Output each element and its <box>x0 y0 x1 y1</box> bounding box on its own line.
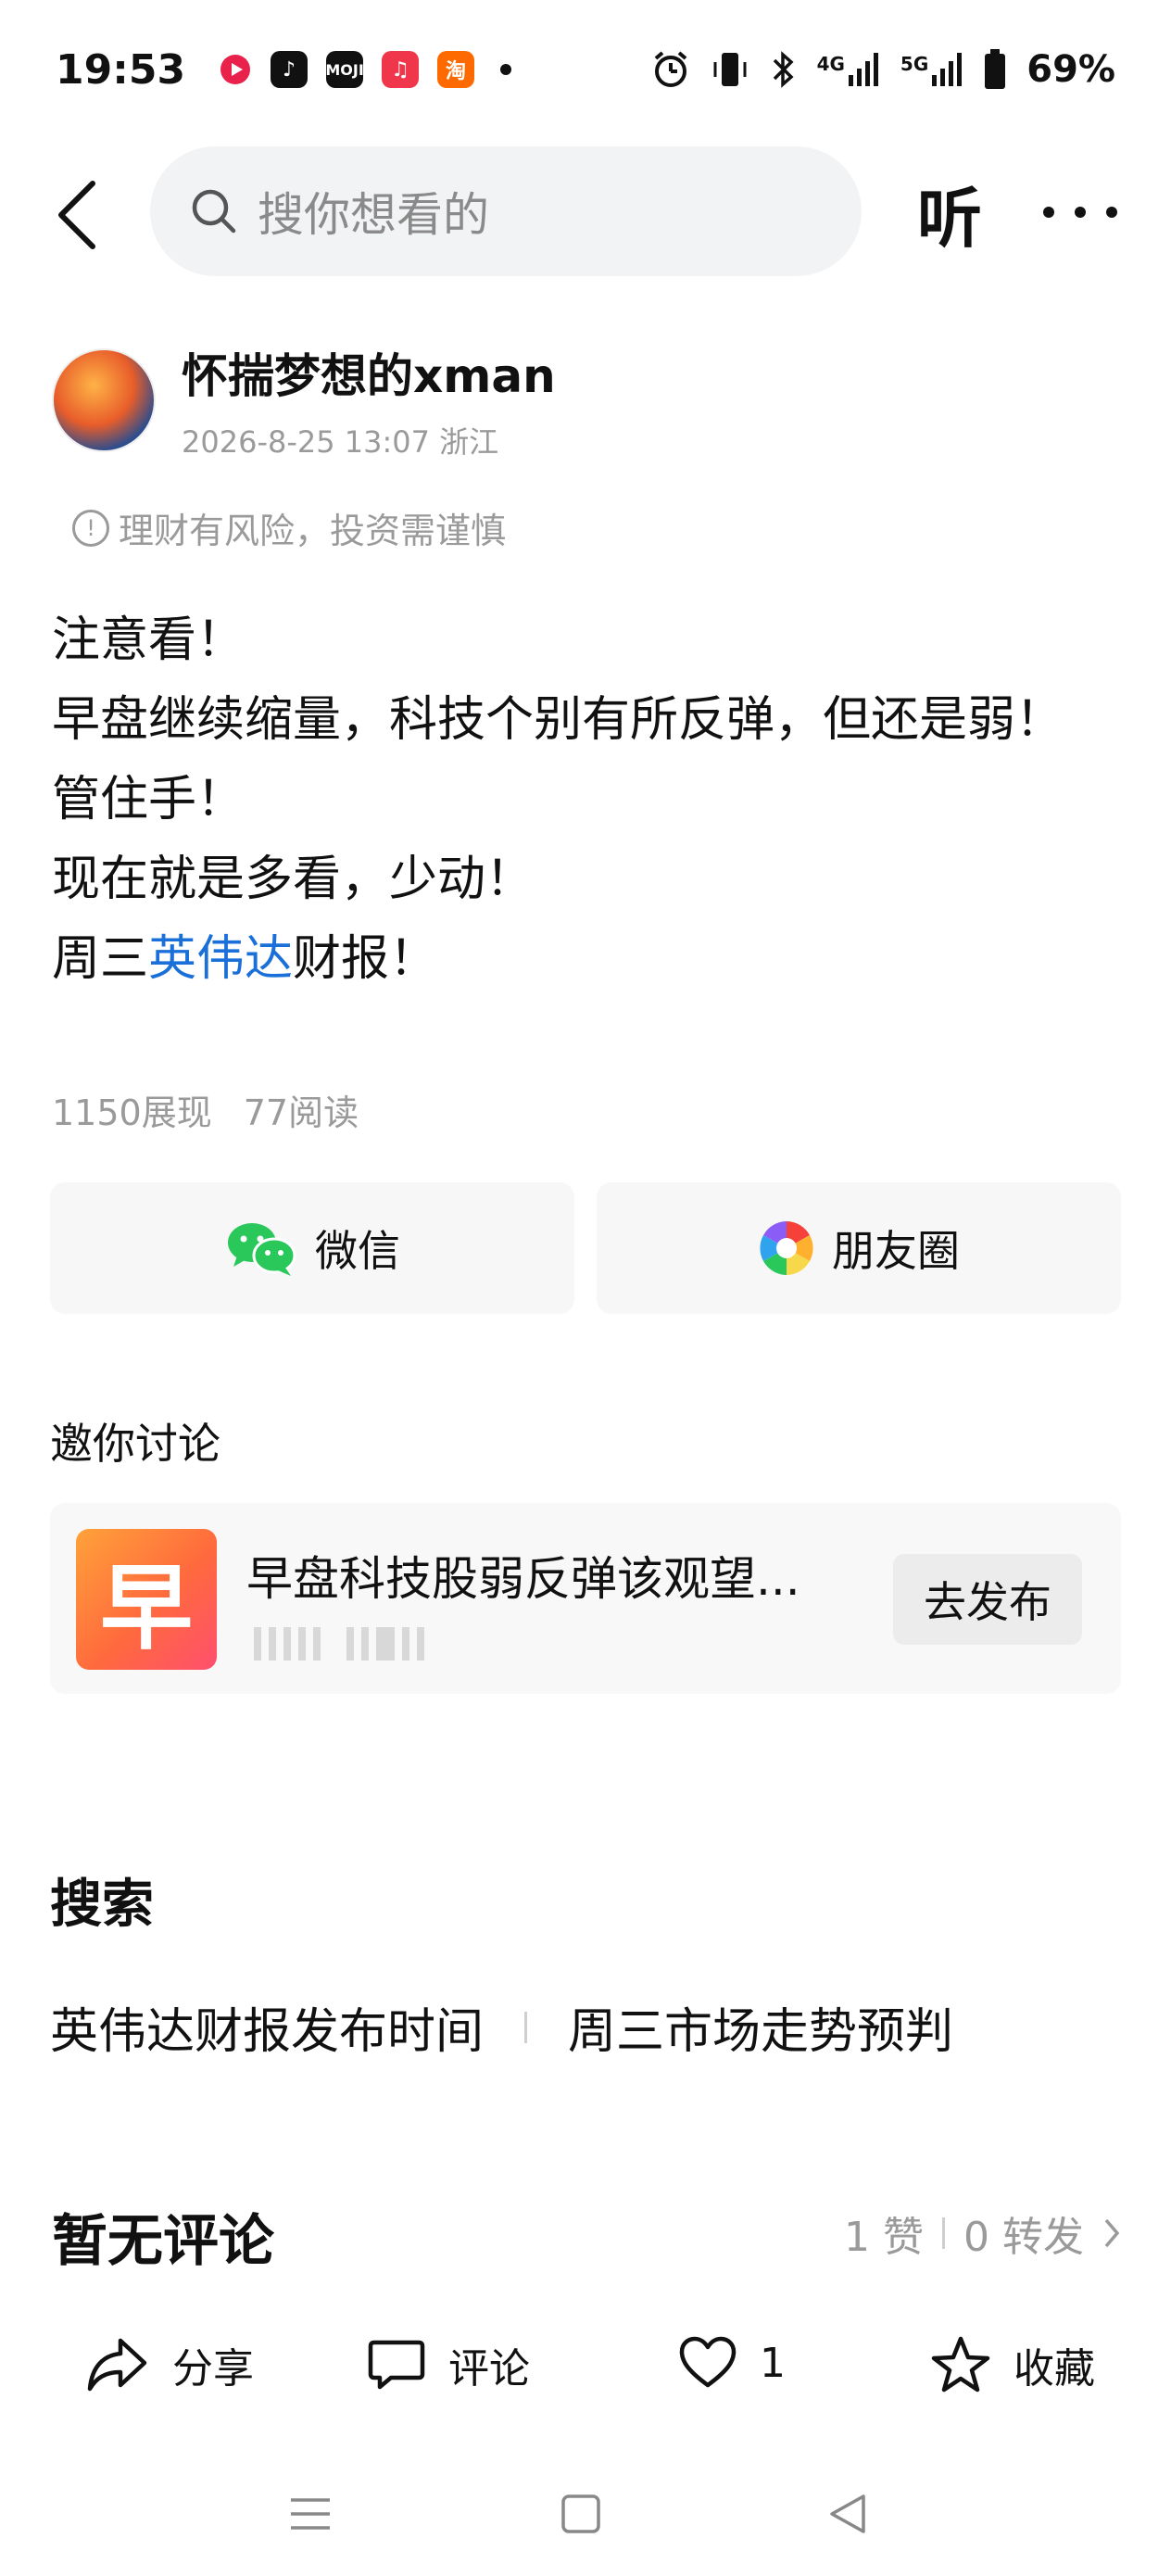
topic-participants-placeholder <box>254 1627 424 1661</box>
tiktok-icon: ♪ <box>271 51 308 88</box>
topic-thumbnail: 早 <box>76 1529 217 1670</box>
search-placeholder: 搜你想看的 <box>258 188 489 242</box>
battery-percent: 69% <box>1026 48 1115 91</box>
chevron-right-icon <box>1104 2218 1120 2248</box>
comment-icon <box>368 2340 425 2390</box>
author-info: 怀揣梦想的xman 2026-8-25 13:07 浙江 <box>182 339 556 461</box>
engagement-summary[interactable]: 1 赞 0 转发 <box>844 2203 1121 2263</box>
network-5g-label: 5G <box>900 53 929 75</box>
divider <box>524 2011 528 2043</box>
likes-count: 1 赞 <box>844 2214 925 2261</box>
heart-icon <box>679 2336 737 2388</box>
post-meta: 2026-8-25 13:07 浙江 <box>182 424 499 460</box>
more-dot <box>1106 207 1117 218</box>
collect-action-button[interactable]: 收藏 <box>930 2335 1095 2394</box>
share-buttons: 微信 朋友圈 <box>50 1182 1121 1314</box>
more-notifications-dot <box>500 64 512 75</box>
search-suggestions: 英伟达财报发布时间 周三市场走势预判 <box>50 1992 953 2062</box>
back-nav-icon[interactable] <box>826 2493 869 2535</box>
video-notification-icon <box>220 55 251 84</box>
avatar[interactable] <box>52 348 156 452</box>
search-icon <box>192 189 236 234</box>
alarm-icon <box>654 51 686 87</box>
action-bar: 分享 评论 1 收藏 <box>0 2317 1171 2428</box>
signal-5g: 5G <box>900 53 963 86</box>
collect-action-label: 收藏 <box>1014 2345 1095 2393</box>
article-text: 周三 <box>52 931 149 987</box>
comment-action-button[interactable]: 评论 <box>367 2335 530 2394</box>
article-line: 现在就是多看，少动！ <box>52 852 535 907</box>
music-icon: ♫ <box>382 51 420 88</box>
status-bar: 19:53 ♪ MOJI ♫ 淘 4G 5G 69% <box>0 0 1171 139</box>
search-input[interactable]: 搜你想看的 <box>150 146 862 276</box>
info-icon: ! <box>72 509 109 547</box>
signal-bars-icon <box>848 53 878 86</box>
impressions-count: 1150展现 <box>52 1092 212 1133</box>
share-action-label: 分享 <box>172 2345 254 2393</box>
article-link[interactable]: 英伟达 <box>148 931 293 987</box>
risk-notice-text: 理财有风险，投资需谨慎 <box>119 511 507 551</box>
invite-title: 邀你讨论 <box>50 1419 220 1469</box>
system-nav-bar <box>0 2465 1171 2576</box>
comments-title: 暂无评论 <box>52 2209 274 2274</box>
status-right: 4G 5G 69% <box>650 48 1115 91</box>
menu-icon[interactable] <box>289 2493 332 2535</box>
share-moments-label: 朋友圈 <box>832 1226 960 1276</box>
publish-button[interactable]: 去发布 <box>893 1554 1082 1645</box>
article-line: 管住手！ <box>52 772 246 827</box>
battery-icon <box>985 49 1006 89</box>
article-line: 早盘继续缩量，科技个别有所反弹，但还是弱！ <box>52 692 1064 748</box>
comment-action-label: 评论 <box>448 2345 530 2393</box>
like-action-button[interactable]: 1 <box>678 2335 786 2391</box>
top-nav: 搜你想看的 听 <box>0 146 1171 285</box>
article-line: 注意看！ <box>52 612 246 668</box>
vibrate-icon <box>713 53 747 86</box>
moji-icon: MOJI <box>325 51 364 88</box>
author-header: 怀揣梦想的xman 2026-8-25 13:07 浙江 <box>52 347 556 460</box>
author-name[interactable]: 怀揣梦想的xman <box>182 339 556 406</box>
post-stats: 1150展现 77阅读 <box>52 1084 359 1135</box>
share-wechat-button[interactable]: 微信 <box>50 1182 574 1314</box>
like-count: 1 <box>760 2339 786 2387</box>
search-section-title: 搜索 <box>50 1875 154 1935</box>
reposts-count: 0 转发 <box>963 2214 1084 2261</box>
reads-count: 77阅读 <box>243 1092 359 1133</box>
search-suggestion-link[interactable]: 周三市场走势预判 <box>568 1992 953 2062</box>
more-dot <box>1043 207 1054 218</box>
divider <box>942 2217 946 2249</box>
risk-notice: ! 理财有风险，投资需谨慎 <box>72 502 506 553</box>
article-line: 周三英伟达财报！ <box>52 919 1117 999</box>
topic-title: 早盘科技股弱反弹该观望... <box>246 1552 800 1606</box>
star-icon <box>931 2336 990 2393</box>
topic-card[interactable]: 早 早盘科技股弱反弹该观望... 去发布 <box>50 1503 1121 1694</box>
listen-button[interactable]: 听 <box>917 167 982 260</box>
signal-bars-icon <box>932 53 963 86</box>
wechat-icon <box>228 1223 296 1276</box>
back-button[interactable] <box>52 178 107 252</box>
share-action-button[interactable]: 分享 <box>85 2335 254 2394</box>
moments-icon <box>760 1221 813 1275</box>
status-time: 19:53 <box>56 45 186 94</box>
chevron-left-icon <box>58 181 95 249</box>
more-dot <box>1075 207 1086 218</box>
search-suggestion-link[interactable]: 英伟达财报发布时间 <box>50 1992 484 2062</box>
share-moments-button[interactable]: 朋友圈 <box>597 1182 1121 1314</box>
notification-icons: ♪ MOJI ♫ 淘 <box>219 51 512 88</box>
bluetooth-icon <box>773 51 794 88</box>
taobao-icon: 淘 <box>437 51 475 88</box>
share-icon <box>87 2338 147 2392</box>
article-text: 财报！ <box>293 931 438 987</box>
home-icon[interactable] <box>560 2493 602 2535</box>
more-options-button[interactable] <box>1043 180 1117 245</box>
article-body: 注意看！ 早盘继续缩量，科技个别有所反弹，但还是弱！ 管住手！ 现在就是多看，少… <box>52 600 1117 999</box>
network-4g-label: 4G <box>816 53 845 75</box>
signal-4g: 4G <box>817 53 880 86</box>
share-wechat-label: 微信 <box>315 1226 400 1276</box>
